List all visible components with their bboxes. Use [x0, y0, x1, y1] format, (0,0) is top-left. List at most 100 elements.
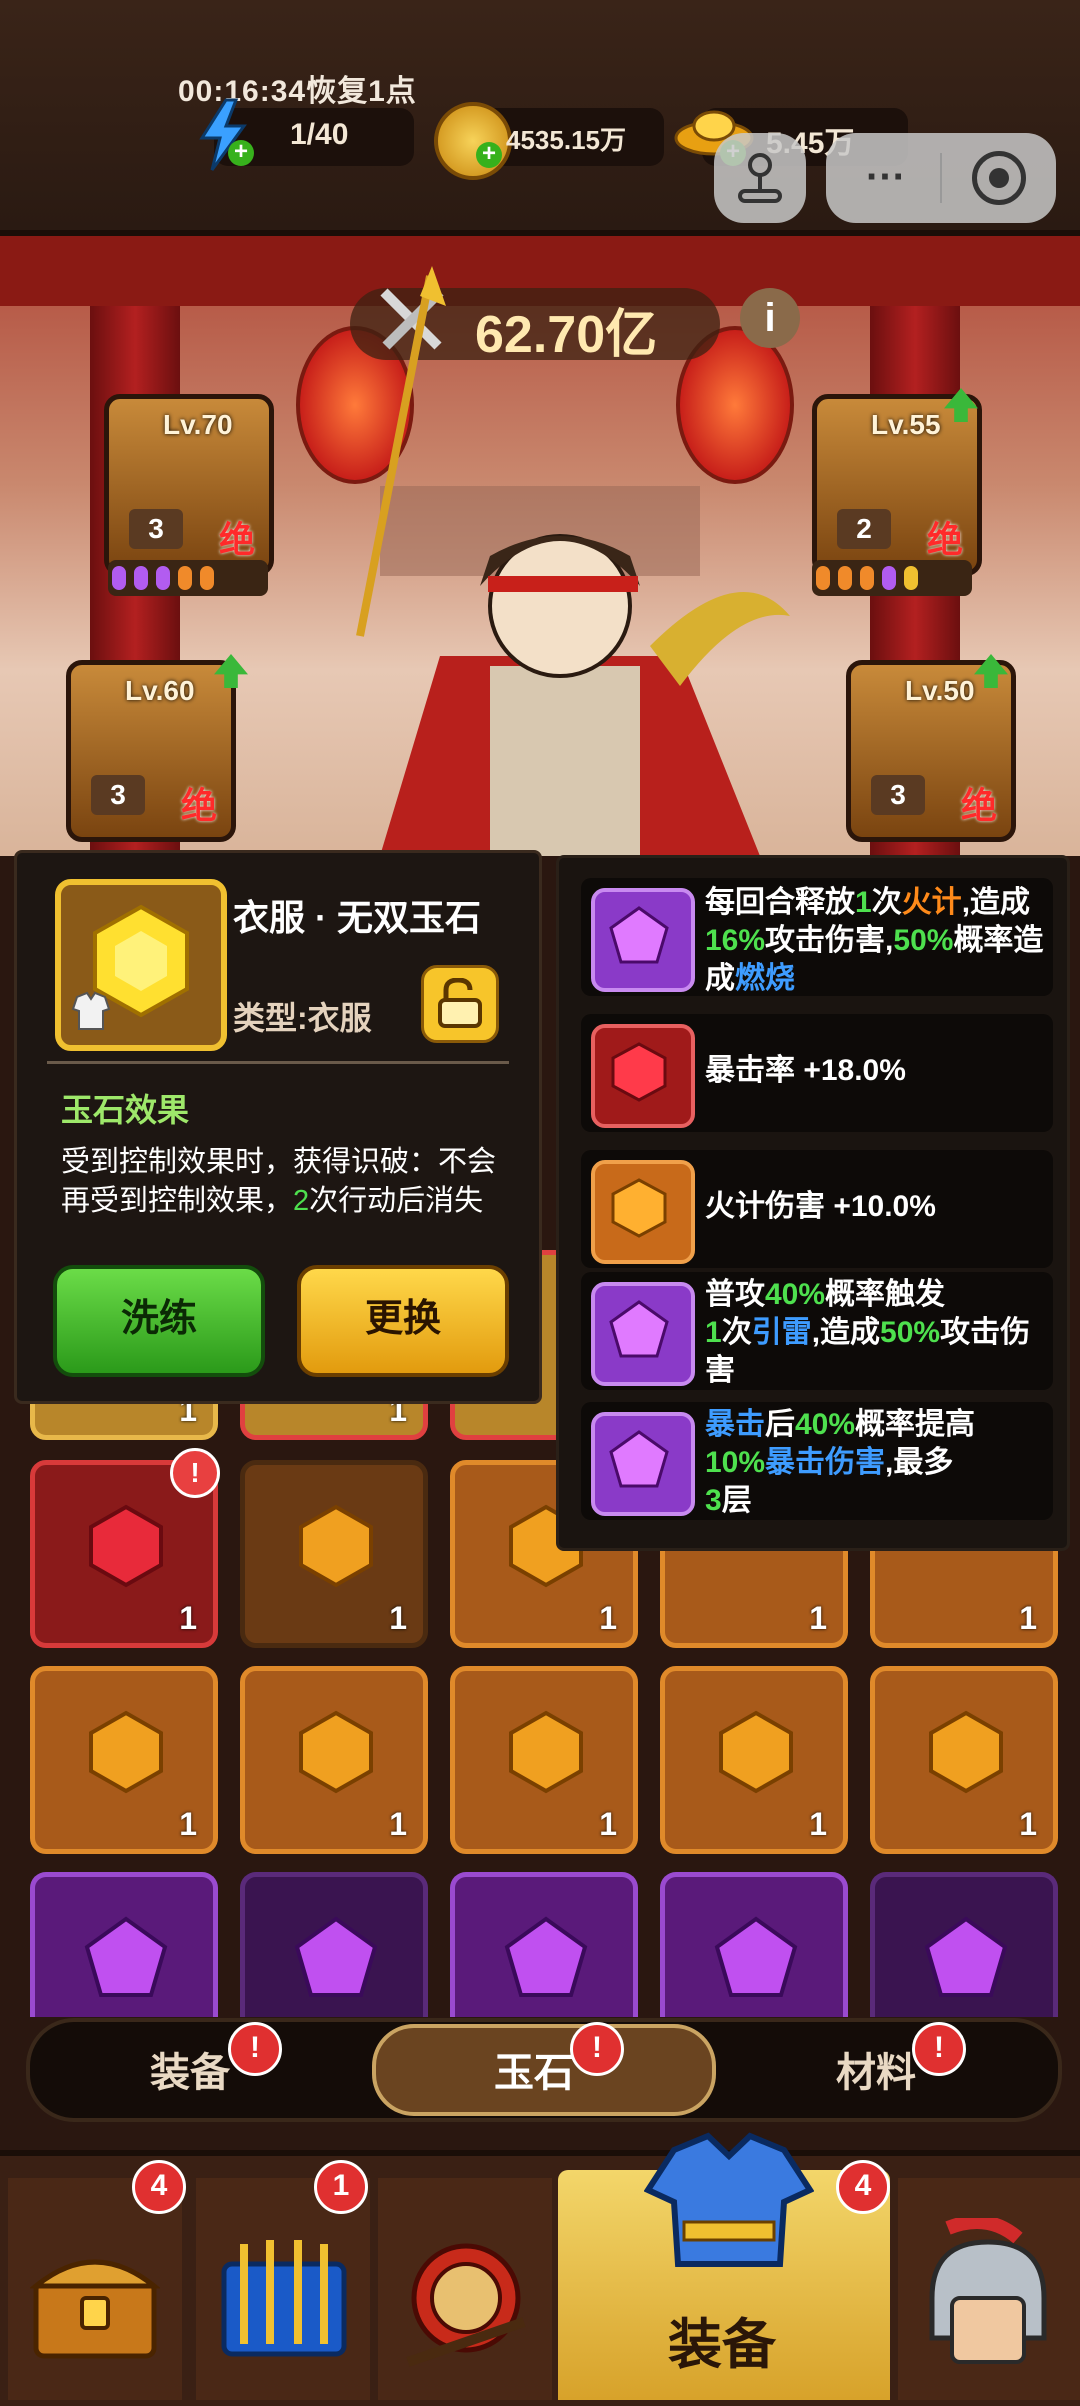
purple-gem-box — [591, 1282, 695, 1386]
jade-title: 衣服 · 无双玉石 — [233, 897, 481, 938]
helmet-warrior-icon — [929, 2218, 1047, 2364]
attribute-text: 每回合释放1次火计,造成16%攻击伤害,50%概率造成燃烧 — [705, 886, 1044, 995]
jade-item-frame — [55, 879, 227, 1051]
inventory-slot[interactable] — [30, 1872, 218, 2017]
capsule-menu: ··· — [826, 133, 1056, 223]
attribute-row: 火计伤害 +10.0% — [581, 1150, 1053, 1268]
energy-value: 1/40 — [290, 118, 349, 151]
card-level: Lv.55 — [871, 409, 941, 440]
unlock-icon — [438, 978, 482, 1028]
armor-icon — [71, 991, 111, 1030]
card-count: 2 — [837, 509, 891, 549]
inventory-slot[interactable] — [450, 1872, 638, 2017]
card-grade: 绝 — [927, 519, 964, 560]
nav-hero[interactable] — [898, 2178, 1080, 2400]
card-level: Lv.60 — [125, 675, 195, 706]
tab-alert-badge: ! — [570, 2022, 624, 2076]
tab-equipment[interactable]: 装备 — [150, 2040, 230, 2098]
card-grade: 绝 — [219, 519, 256, 560]
coin-plus-icon[interactable]: + — [476, 142, 502, 168]
divider — [47, 1061, 509, 1064]
nav-equipment-label: 装备 — [668, 2315, 776, 2375]
armor-icon — [644, 2132, 814, 2267]
refine-button[interactable]: 洗练 — [53, 1265, 265, 1377]
orange-gem-icon — [89, 1710, 163, 1794]
joystick-icon — [738, 153, 782, 203]
tab-jade[interactable]: 玉石 — [494, 2040, 574, 2098]
jade-attributes-panel: 每回合释放1次火计,造成16%攻击伤害,50%概率造成燃烧 暴击率 +18.0%… — [556, 855, 1070, 1551]
hero-scene: 62.70亿 i Lv.70 3 绝 Lv.55 2 绝 Lv.60 3 绝 L… — [0, 236, 1080, 856]
card-level: Lv.70 — [163, 409, 233, 440]
replace-button[interactable]: 更换 — [297, 1265, 509, 1377]
treasure-chest-icon — [30, 2259, 160, 2359]
orange-gem-icon — [299, 1504, 373, 1588]
jade-type: 类型:衣服 — [233, 1000, 372, 1036]
slot-count: 1 — [809, 1806, 827, 1842]
weapon-rack-icon — [221, 2240, 347, 2357]
inventory-slot[interactable]: 1 — [30, 1666, 218, 1854]
inventory-slot[interactable] — [240, 1872, 428, 2017]
attribute-row: 每回合释放1次火计,造成16%攻击伤害,50%概率造成燃烧 — [581, 878, 1053, 996]
card-count: 3 — [129, 509, 183, 549]
joystick-button[interactable] — [714, 133, 806, 223]
jade-detail-panel: 衣服 · 无双玉石 类型:衣服 玉石效果 受到控制效果时，获得识破：不会再受到控… — [14, 850, 542, 1404]
purple-gem-icon — [84, 1916, 168, 1997]
orange-gem-icon — [929, 1710, 1003, 1794]
card-grade: 绝 — [181, 785, 218, 826]
jade-effect-heading: 玉石效果 — [61, 1092, 190, 1128]
close-miniprogram-icon[interactable] — [972, 151, 1026, 205]
spear-icon — [356, 266, 446, 637]
purple-gem-box — [591, 888, 695, 992]
orange-gem-icon — [611, 1178, 667, 1238]
inventory-slot[interactable]: 1 — [450, 1666, 638, 1854]
coin-icon — [434, 102, 512, 180]
inventory-slot[interactable]: 1 — [240, 1666, 428, 1854]
energy-plus-icon[interactable]: + — [228, 140, 254, 166]
attribute-row: 暴击后40%概率提高 10%暴击伤害,最多 3层 — [581, 1402, 1053, 1520]
purple-gem-icon — [609, 1300, 669, 1358]
equip-badge: 4 — [836, 2160, 890, 2214]
equip-card-weapon[interactable]: Lv.70 3 绝 — [104, 394, 274, 576]
red-gem-icon — [89, 1504, 163, 1588]
orange-gem-icon — [299, 1710, 373, 1794]
slot-count: 1 — [1019, 1600, 1037, 1636]
alert-badge: ! — [170, 1448, 220, 1498]
tab-alert-badge: ! — [228, 2022, 282, 2076]
rack-badge: 1 — [314, 2160, 368, 2214]
tab-alert-badge: ! — [912, 2022, 966, 2076]
attribute-text: 暴击率 +18.0% — [705, 1054, 906, 1087]
inventory-slot[interactable] — [870, 1872, 1058, 2017]
slot-count: 1 — [1019, 1806, 1037, 1842]
card-gem-row — [812, 560, 972, 596]
attribute-text: 普攻40%概率触发 1次引雷,造成50%攻击伤害 — [705, 1278, 1031, 1387]
orange-gem-icon — [719, 1710, 793, 1794]
purple-gem-icon — [924, 1916, 1008, 1997]
purple-gem-icon — [609, 906, 669, 964]
tab-materials[interactable]: 材料 — [836, 2040, 916, 2098]
orange-gem-icon — [509, 1710, 583, 1794]
nav-battle[interactable] — [378, 2178, 552, 2400]
jade-effect-text: 受到控制效果时，获得识破：不会再受到控制效果，2次行动后消失 — [61, 1146, 497, 1217]
purple-gem-icon — [714, 1916, 798, 1997]
inventory-slot[interactable]: 1 — [870, 1666, 1058, 1854]
slot-count: 1 — [179, 1600, 197, 1636]
card-count: 3 — [871, 775, 925, 815]
equip-card-accessory[interactable]: Lv.60 3 绝 — [66, 660, 236, 842]
card-count: 3 — [91, 775, 145, 815]
unlock-button[interactable] — [421, 965, 499, 1043]
red-gem-box — [591, 1024, 695, 1128]
purple-gem-box — [591, 1412, 695, 1516]
war-drum-icon — [406, 2243, 526, 2367]
info-icon[interactable]: i — [740, 288, 800, 348]
attribute-text: 暴击后40%概率提高 10%暴击伤害,最多 3层 — [705, 1408, 976, 1517]
more-icon[interactable]: ··· — [866, 155, 906, 200]
inventory-slot[interactable]: 1 — [240, 1460, 428, 1648]
slot-count: 1 — [179, 1806, 197, 1842]
card-level: Lv.50 — [905, 675, 975, 706]
inventory-slot[interactable] — [660, 1872, 848, 2017]
inventory-slot[interactable]: 1 — [660, 1666, 848, 1854]
slot-count: 1 — [809, 1600, 827, 1636]
card-grade: 绝 — [961, 785, 998, 826]
coin-value: 4535.15万 — [506, 125, 626, 155]
card-gem-row — [108, 560, 268, 596]
